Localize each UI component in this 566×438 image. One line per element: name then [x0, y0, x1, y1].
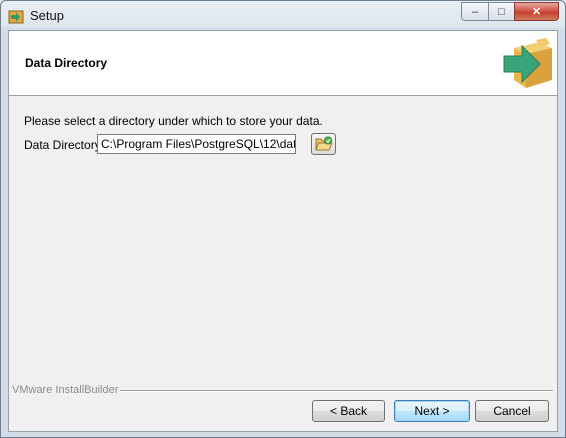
installer-box-arrow-icon: [503, 38, 552, 88]
wizard-header: Data Directory: [9, 31, 557, 96]
close-button[interactable]: ✕: [514, 2, 559, 21]
close-icon: ✕: [531, 6, 542, 18]
maximize-button[interactable]: □: [488, 2, 514, 21]
instruction-text: Please select a directory under which to…: [24, 114, 323, 128]
title-bar[interactable]: Setup – □ ✕: [1, 1, 565, 31]
footer-divider: [117, 390, 553, 392]
back-button[interactable]: < Back: [312, 400, 385, 422]
maximize-icon: □: [498, 5, 505, 18]
window-title: Setup: [30, 8, 64, 23]
caption-buttons: – □ ✕: [461, 2, 559, 22]
app-icon: [8, 10, 24, 24]
data-directory-label: Data Directory: [24, 138, 101, 152]
minimize-icon: –: [471, 5, 479, 18]
wizard-client-area: Data Directory Please select a directory…: [8, 30, 558, 432]
browse-button[interactable]: [311, 133, 336, 155]
folder-browse-icon: [314, 136, 333, 151]
minimize-button[interactable]: –: [461, 2, 488, 21]
data-directory-input[interactable]: [97, 134, 296, 154]
page-title: Data Directory: [25, 56, 108, 70]
next-button[interactable]: Next >: [394, 400, 470, 422]
cancel-button[interactable]: Cancel: [475, 400, 549, 422]
setup-window: Setup – □ ✕ Data Directory Please select…: [0, 0, 566, 438]
installer-brand: VMware InstallBuilder: [12, 384, 121, 396]
